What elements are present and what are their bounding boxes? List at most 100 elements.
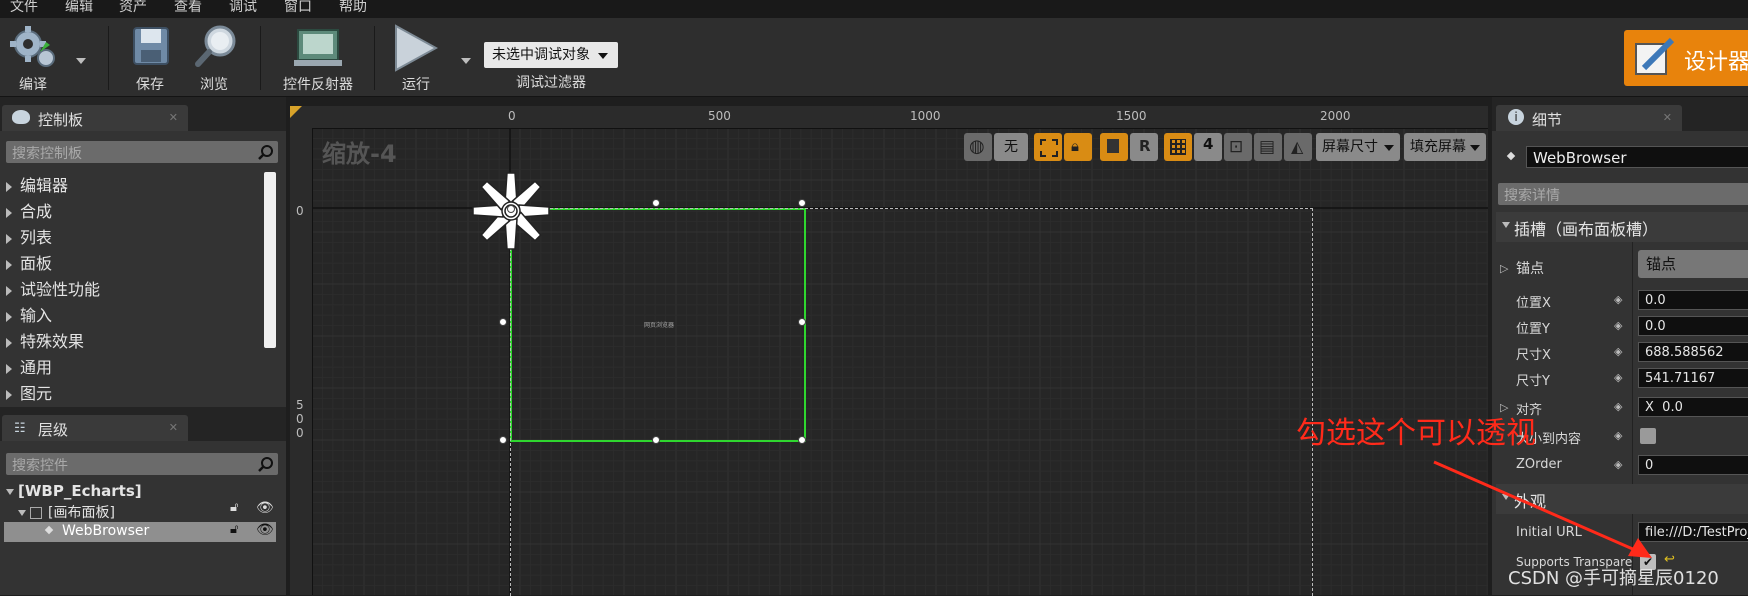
tab-palette[interactable]: 控制板 ✕ bbox=[2, 105, 188, 131]
palette-item[interactable]: 图元 bbox=[0, 380, 52, 404]
fit-icon: ⊡ bbox=[1229, 137, 1244, 157]
screen-size-label: 屏幕尺寸 bbox=[1322, 139, 1378, 155]
bind-icon[interactable]: ◈ bbox=[1614, 319, 1622, 332]
close-icon[interactable]: ✕ bbox=[169, 111, 178, 124]
widget-name-field[interactable]: WebBrowser bbox=[1526, 146, 1748, 168]
bind-icon[interactable]: ◈ bbox=[1614, 293, 1622, 306]
palette-scrollbar[interactable] bbox=[264, 172, 276, 348]
grid-snap-button[interactable] bbox=[1164, 133, 1192, 161]
hierarchy-title: 层级 bbox=[38, 421, 69, 439]
expand-arrow-icon bbox=[6, 233, 12, 244]
run-button[interactable]: 运行 bbox=[388, 18, 444, 96]
size-to-content-checkbox[interactable] bbox=[1640, 428, 1656, 444]
close-icon[interactable]: ✕ bbox=[1663, 111, 1672, 124]
background-button[interactable]: ▤ bbox=[1254, 133, 1282, 161]
compile-gear-icon bbox=[10, 26, 55, 67]
toolbar-separator bbox=[108, 26, 109, 90]
globe-button[interactable]: ◍ bbox=[964, 133, 992, 161]
flip-button[interactable]: ◭ bbox=[1284, 133, 1312, 161]
resize-handle[interactable] bbox=[507, 205, 515, 213]
bind-icon[interactable]: ◈ bbox=[1614, 345, 1622, 358]
designer-button[interactable]: 设计器 bbox=[1624, 30, 1748, 86]
lock-button[interactable]: 🔒︎ bbox=[1064, 133, 1092, 161]
menu-asset[interactable]: 资产 bbox=[119, 0, 147, 14]
palette-item-label: 输入 bbox=[20, 306, 53, 325]
resize-handle[interactable] bbox=[499, 318, 507, 326]
tab-hierarchy[interactable]: ☷ 层级 ✕ bbox=[2, 415, 188, 441]
fill-screen-select[interactable]: 填充屏幕 bbox=[1404, 133, 1486, 161]
align-x-input[interactable]: X 0.0 bbox=[1638, 397, 1748, 417]
palette-item[interactable]: 面板 bbox=[0, 250, 52, 274]
size-y-input[interactable]: 541.71167 bbox=[1638, 368, 1748, 388]
browse-button[interactable]: 浏览 bbox=[190, 18, 238, 96]
grid-size-select[interactable]: 4 bbox=[1194, 133, 1222, 161]
screen-size-select[interactable]: 屏幕尺寸 bbox=[1316, 133, 1400, 161]
palette-item[interactable]: 通用 bbox=[0, 354, 52, 378]
size-x-input[interactable]: 688.588562 bbox=[1638, 342, 1748, 362]
search-icon bbox=[258, 457, 273, 472]
zoom-fit-button[interactable]: ⊡ bbox=[1224, 133, 1252, 161]
menu-edit[interactable]: 编辑 bbox=[65, 0, 93, 14]
palette-item[interactable]: 试验性功能 bbox=[0, 276, 100, 300]
expand-arrow-icon bbox=[6, 389, 12, 400]
anchor-select[interactable]: 锚点 bbox=[1638, 250, 1748, 278]
resize-handle[interactable] bbox=[798, 199, 806, 207]
palette-item[interactable]: 特殊效果 bbox=[0, 328, 84, 352]
resize-handle[interactable] bbox=[499, 436, 507, 444]
details-search-placeholder: 搜索详情 bbox=[1504, 188, 1560, 204]
unlock-icon[interactable]: 🔓︎ bbox=[230, 500, 238, 515]
layout-button[interactable] bbox=[1100, 133, 1128, 161]
resize-handle[interactable] bbox=[652, 199, 660, 207]
widget-reflector-label: 控件反射器 bbox=[283, 77, 353, 93]
expand-arrow-icon bbox=[6, 363, 12, 374]
save-button[interactable]: 保存 bbox=[126, 18, 174, 96]
details-search-input[interactable]: 搜索详情 bbox=[1498, 183, 1748, 205]
expand-arrow-icon bbox=[6, 337, 12, 348]
tab-details[interactable]: i 细节 ✕ bbox=[1496, 105, 1682, 131]
slot-section-header[interactable]: 插槽（画布面板槽） bbox=[1496, 212, 1748, 242]
eye-icon[interactable]: 👁︎ bbox=[256, 500, 274, 516]
menu-help[interactable]: 帮助 bbox=[339, 0, 367, 14]
palette-icon bbox=[12, 110, 30, 124]
palette-search-input[interactable]: 搜索控制板 bbox=[6, 141, 278, 163]
compile-dropdown-icon[interactable] bbox=[76, 58, 86, 64]
resize-handle[interactable] bbox=[652, 436, 660, 444]
hierarchy-root[interactable]: [WBP_Echarts] bbox=[6, 482, 142, 500]
bind-icon[interactable]: ◈ bbox=[1614, 371, 1622, 384]
hierarchy-canvas-item[interactable]: [画布面板] bbox=[18, 502, 115, 522]
menu-window[interactable]: 窗口 bbox=[284, 0, 312, 14]
bind-icon[interactable]: ◈ bbox=[1614, 429, 1622, 442]
debug-object-select[interactable]: 未选中调试对象 bbox=[484, 42, 618, 68]
pos-y-input[interactable]: 0.0 bbox=[1638, 316, 1748, 336]
run-dropdown-icon[interactable] bbox=[461, 58, 471, 64]
palette-item[interactable]: 列表 bbox=[0, 224, 52, 248]
pos-x-input[interactable]: 0.0 bbox=[1638, 290, 1748, 310]
resize-handle[interactable] bbox=[798, 436, 806, 444]
debug-filter-label: 调试过滤器 bbox=[516, 75, 586, 91]
hierarchy-icon: ☷ bbox=[14, 421, 26, 436]
bind-icon[interactable]: ◈ bbox=[1614, 400, 1622, 413]
resize-handle[interactable] bbox=[798, 318, 806, 326]
menu-file[interactable]: 文件 bbox=[10, 0, 38, 14]
details-title: 细节 bbox=[1532, 111, 1563, 129]
menu-bar: 文件 编辑 资产 查看 调试 窗口 帮助 bbox=[0, 0, 1748, 18]
hierarchy-search-input[interactable]: 搜索控件 bbox=[6, 453, 278, 475]
search-icon bbox=[258, 145, 273, 160]
menu-view[interactable]: 查看 bbox=[174, 0, 202, 14]
palette-item[interactable]: 输入 bbox=[0, 302, 52, 326]
palette-item[interactable]: 编辑器 bbox=[0, 172, 68, 196]
menu-debug[interactable]: 调试 bbox=[229, 0, 257, 14]
eye-icon[interactable]: 👁︎ bbox=[256, 522, 274, 538]
palette-item[interactable]: 合成 bbox=[0, 198, 52, 222]
hierarchy-canvas-label: [画布面板] bbox=[48, 505, 115, 521]
unlock-icon[interactable]: 🔓︎ bbox=[230, 522, 238, 537]
respect-locks-button[interactable]: R bbox=[1130, 133, 1158, 161]
globe-icon: ◍ bbox=[969, 136, 985, 157]
compile-button[interactable]: 编译 bbox=[0, 18, 86, 96]
close-icon[interactable]: ✕ bbox=[169, 421, 178, 434]
transform-none-button[interactable]: 无 bbox=[994, 133, 1028, 161]
webbrowser-widget-selection[interactable]: 网页浏览器 bbox=[510, 208, 806, 442]
outline-button[interactable] bbox=[1034, 133, 1062, 161]
ruler-tick-label: 0 bbox=[508, 109, 516, 123]
widget-reflector-button[interactable]: 控件反射器 bbox=[278, 18, 358, 96]
